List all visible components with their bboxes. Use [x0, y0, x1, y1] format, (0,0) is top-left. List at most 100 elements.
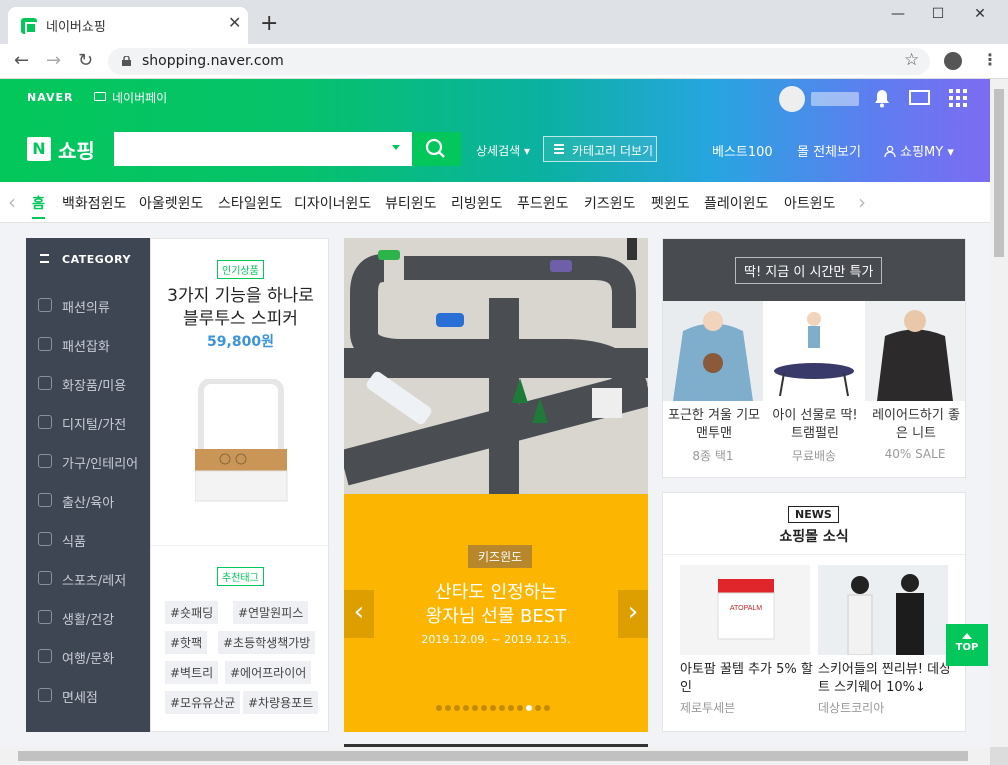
sidebar-item-digital[interactable]: 디지털/가전	[26, 405, 150, 444]
sidebar-item-furniture[interactable]: 가구/인테리어	[26, 444, 150, 483]
tab-pet[interactable]: 펫윈도	[651, 193, 690, 213]
sidebar-item-travel[interactable]: 여행/문화	[26, 639, 150, 678]
main-banner[interactable]: 키즈윈도 산타도 인정하는 왕자님 선물 BEST 2019.12.09. ~ …	[344, 238, 648, 732]
forward-button[interactable]: →	[46, 50, 61, 71]
hashtag[interactable]: #핫팩	[165, 631, 208, 654]
tab-style[interactable]: 스타일윈도	[218, 193, 282, 213]
my-shopping-link[interactable]: 쇼핑MY ▾	[884, 141, 954, 160]
sidebar-item-beauty[interactable]: 화장품/미용	[26, 366, 150, 405]
bookmark-star-icon[interactable]: ☆	[904, 50, 919, 70]
category-header: CATEGORY	[62, 253, 131, 266]
pagination-dot[interactable]	[463, 705, 469, 711]
tab-designer[interactable]: 디자이너윈도	[294, 193, 371, 213]
vertical-scrollbar[interactable]	[990, 79, 1008, 747]
sidebar-item-dutyfree[interactable]: 면세점	[26, 678, 150, 717]
detail-search-button[interactable]: 상세검색 ▾	[476, 142, 530, 159]
all-malls-link[interactable]: 몰 전체보기	[797, 141, 861, 160]
horizontal-scrollbar[interactable]	[0, 747, 990, 765]
hashtag[interactable]: #벽트리	[165, 661, 219, 684]
apps-grid-icon[interactable]	[949, 89, 967, 107]
avatar[interactable]	[779, 86, 805, 112]
timedeal-item[interactable]: 아이 선물로 딱! 트램펄린 무료배송	[764, 301, 864, 477]
tab-department[interactable]: 백화점윈도	[62, 193, 126, 213]
sidebar-item-food[interactable]: 식품	[26, 522, 150, 561]
category-more-button[interactable]: 카테고리 더보기	[543, 136, 657, 162]
tab-living[interactable]: 리빙윈도	[451, 193, 503, 213]
pagination-dot[interactable]	[526, 705, 532, 711]
timedeal-item[interactable]: 포근한 겨울 기모 맨투맨 8종 택1	[663, 301, 763, 477]
list-icon	[40, 254, 49, 263]
maximize-button[interactable]: ☐	[918, 6, 958, 28]
bell-icon[interactable]	[873, 88, 891, 108]
sidebar-item-accessories[interactable]: 패션잡화	[26, 327, 150, 366]
banner-next-button[interactable]: ›	[618, 590, 648, 638]
banner-title-line1: 산타도 인정하는	[435, 582, 557, 603]
browser-tab[interactable]: 네이버쇼핑 ✕	[8, 7, 248, 44]
naver-logo[interactable]: NAVER	[27, 91, 73, 104]
hashtag[interactable]: #초등학생책가방	[218, 631, 316, 654]
pagination-dot[interactable]	[472, 705, 478, 711]
tab-beauty[interactable]: 뷰티윈도	[385, 193, 437, 213]
camera-icon	[38, 415, 52, 429]
tab-close-icon[interactable]: ✕	[228, 13, 241, 32]
user-name-blurred[interactable]	[811, 92, 859, 106]
user-icon	[884, 145, 896, 158]
tab-food[interactable]: 푸드윈도	[517, 193, 569, 213]
pagination-dot[interactable]	[454, 705, 460, 711]
mail-icon[interactable]	[909, 90, 930, 105]
timedeal-title[interactable]: 딱! 지금 이 시간만 특가	[735, 257, 883, 284]
pagination-dot[interactable]	[535, 705, 541, 711]
sidebar-item-baby[interactable]: 출산/육아	[26, 483, 150, 522]
back-button[interactable]: ←	[14, 50, 29, 71]
pagination-dot[interactable]	[544, 705, 550, 711]
new-tab-button[interactable]: +	[260, 13, 278, 35]
popular-product-card[interactable]: 인기상품 3가지 기능을 하나로 블루투스 스피커 59,800원 추천태그 #…	[150, 238, 329, 732]
reload-button[interactable]: ↻	[78, 50, 93, 71]
timedeal-item[interactable]: 레이어드하기 좋은 니트 40% SALE	[865, 301, 965, 477]
chevron-right-icon[interactable]: ›	[858, 190, 866, 214]
pagination-dot[interactable]	[445, 705, 451, 711]
timedeal-card: 딱! 지금 이 시간만 특가 포근한 겨울 기모 맨투맨 8종 택1 아이 선물…	[662, 238, 966, 478]
tab-outlet[interactable]: 아울렛윈도	[139, 193, 203, 213]
profile-icon[interactable]	[944, 52, 962, 70]
search-button[interactable]	[412, 132, 461, 166]
tab-home[interactable]: 홈	[32, 193, 45, 219]
tab-art[interactable]: 아트윈도	[784, 193, 836, 213]
search-input[interactable]	[114, 132, 412, 166]
banner-pagination	[436, 705, 556, 713]
pagination-dot[interactable]	[481, 705, 487, 711]
pagination-dot[interactable]	[490, 705, 496, 711]
chevron-down-icon[interactable]	[392, 145, 400, 150]
top-button[interactable]: TOP	[946, 624, 988, 666]
hashtag[interactable]: #숏패딩	[165, 601, 219, 624]
sidebar-item-sports[interactable]: 스포츠/레저	[26, 561, 150, 600]
tab-play[interactable]: 플레이윈도	[704, 193, 768, 213]
chevron-left-icon[interactable]: ‹	[8, 190, 16, 214]
scrollbar-thumb[interactable]	[18, 751, 968, 761]
naverpay-link[interactable]: 네이버페이	[112, 89, 167, 106]
minimize-button[interactable]: —	[878, 6, 918, 28]
shopping-logo-text[interactable]: 쇼핑	[58, 135, 95, 164]
sweatshirt-product-image	[663, 301, 763, 401]
url-field[interactable]: shopping.naver.com ☆	[108, 48, 930, 75]
popular-badge: 인기상품	[217, 260, 264, 279]
hashtag[interactable]: #에어프라이어	[225, 661, 312, 684]
banner-prev-button[interactable]: ‹	[344, 590, 374, 638]
pagination-dot[interactable]	[499, 705, 505, 711]
sidebar-item-fashion[interactable]: 패션의류	[26, 288, 150, 327]
tab-kids[interactable]: 키즈윈도	[584, 193, 636, 213]
close-window-button[interactable]: ✕	[960, 6, 1000, 28]
browser-menu-icon[interactable]: ⋮	[982, 50, 998, 69]
naver-n-logo[interactable]: N	[27, 137, 51, 161]
toy-car-track-image	[344, 238, 648, 494]
pagination-dot[interactable]	[436, 705, 442, 711]
news-item-text: 스키어들의 찐리뷰! 데상트 스키웨어 10%↓	[818, 662, 952, 695]
scrollbar-thumb[interactable]	[994, 89, 1004, 257]
hashtag[interactable]: #연말원피스	[233, 601, 309, 624]
sidebar-item-health[interactable]: 생활/건강	[26, 600, 150, 639]
hashtag[interactable]: #모유유산균	[165, 691, 241, 714]
pagination-dot[interactable]	[517, 705, 523, 711]
hashtag[interactable]: #차량용포트	[243, 691, 319, 714]
best100-link[interactable]: 베스트100	[712, 141, 773, 160]
pagination-dot[interactable]	[508, 705, 514, 711]
